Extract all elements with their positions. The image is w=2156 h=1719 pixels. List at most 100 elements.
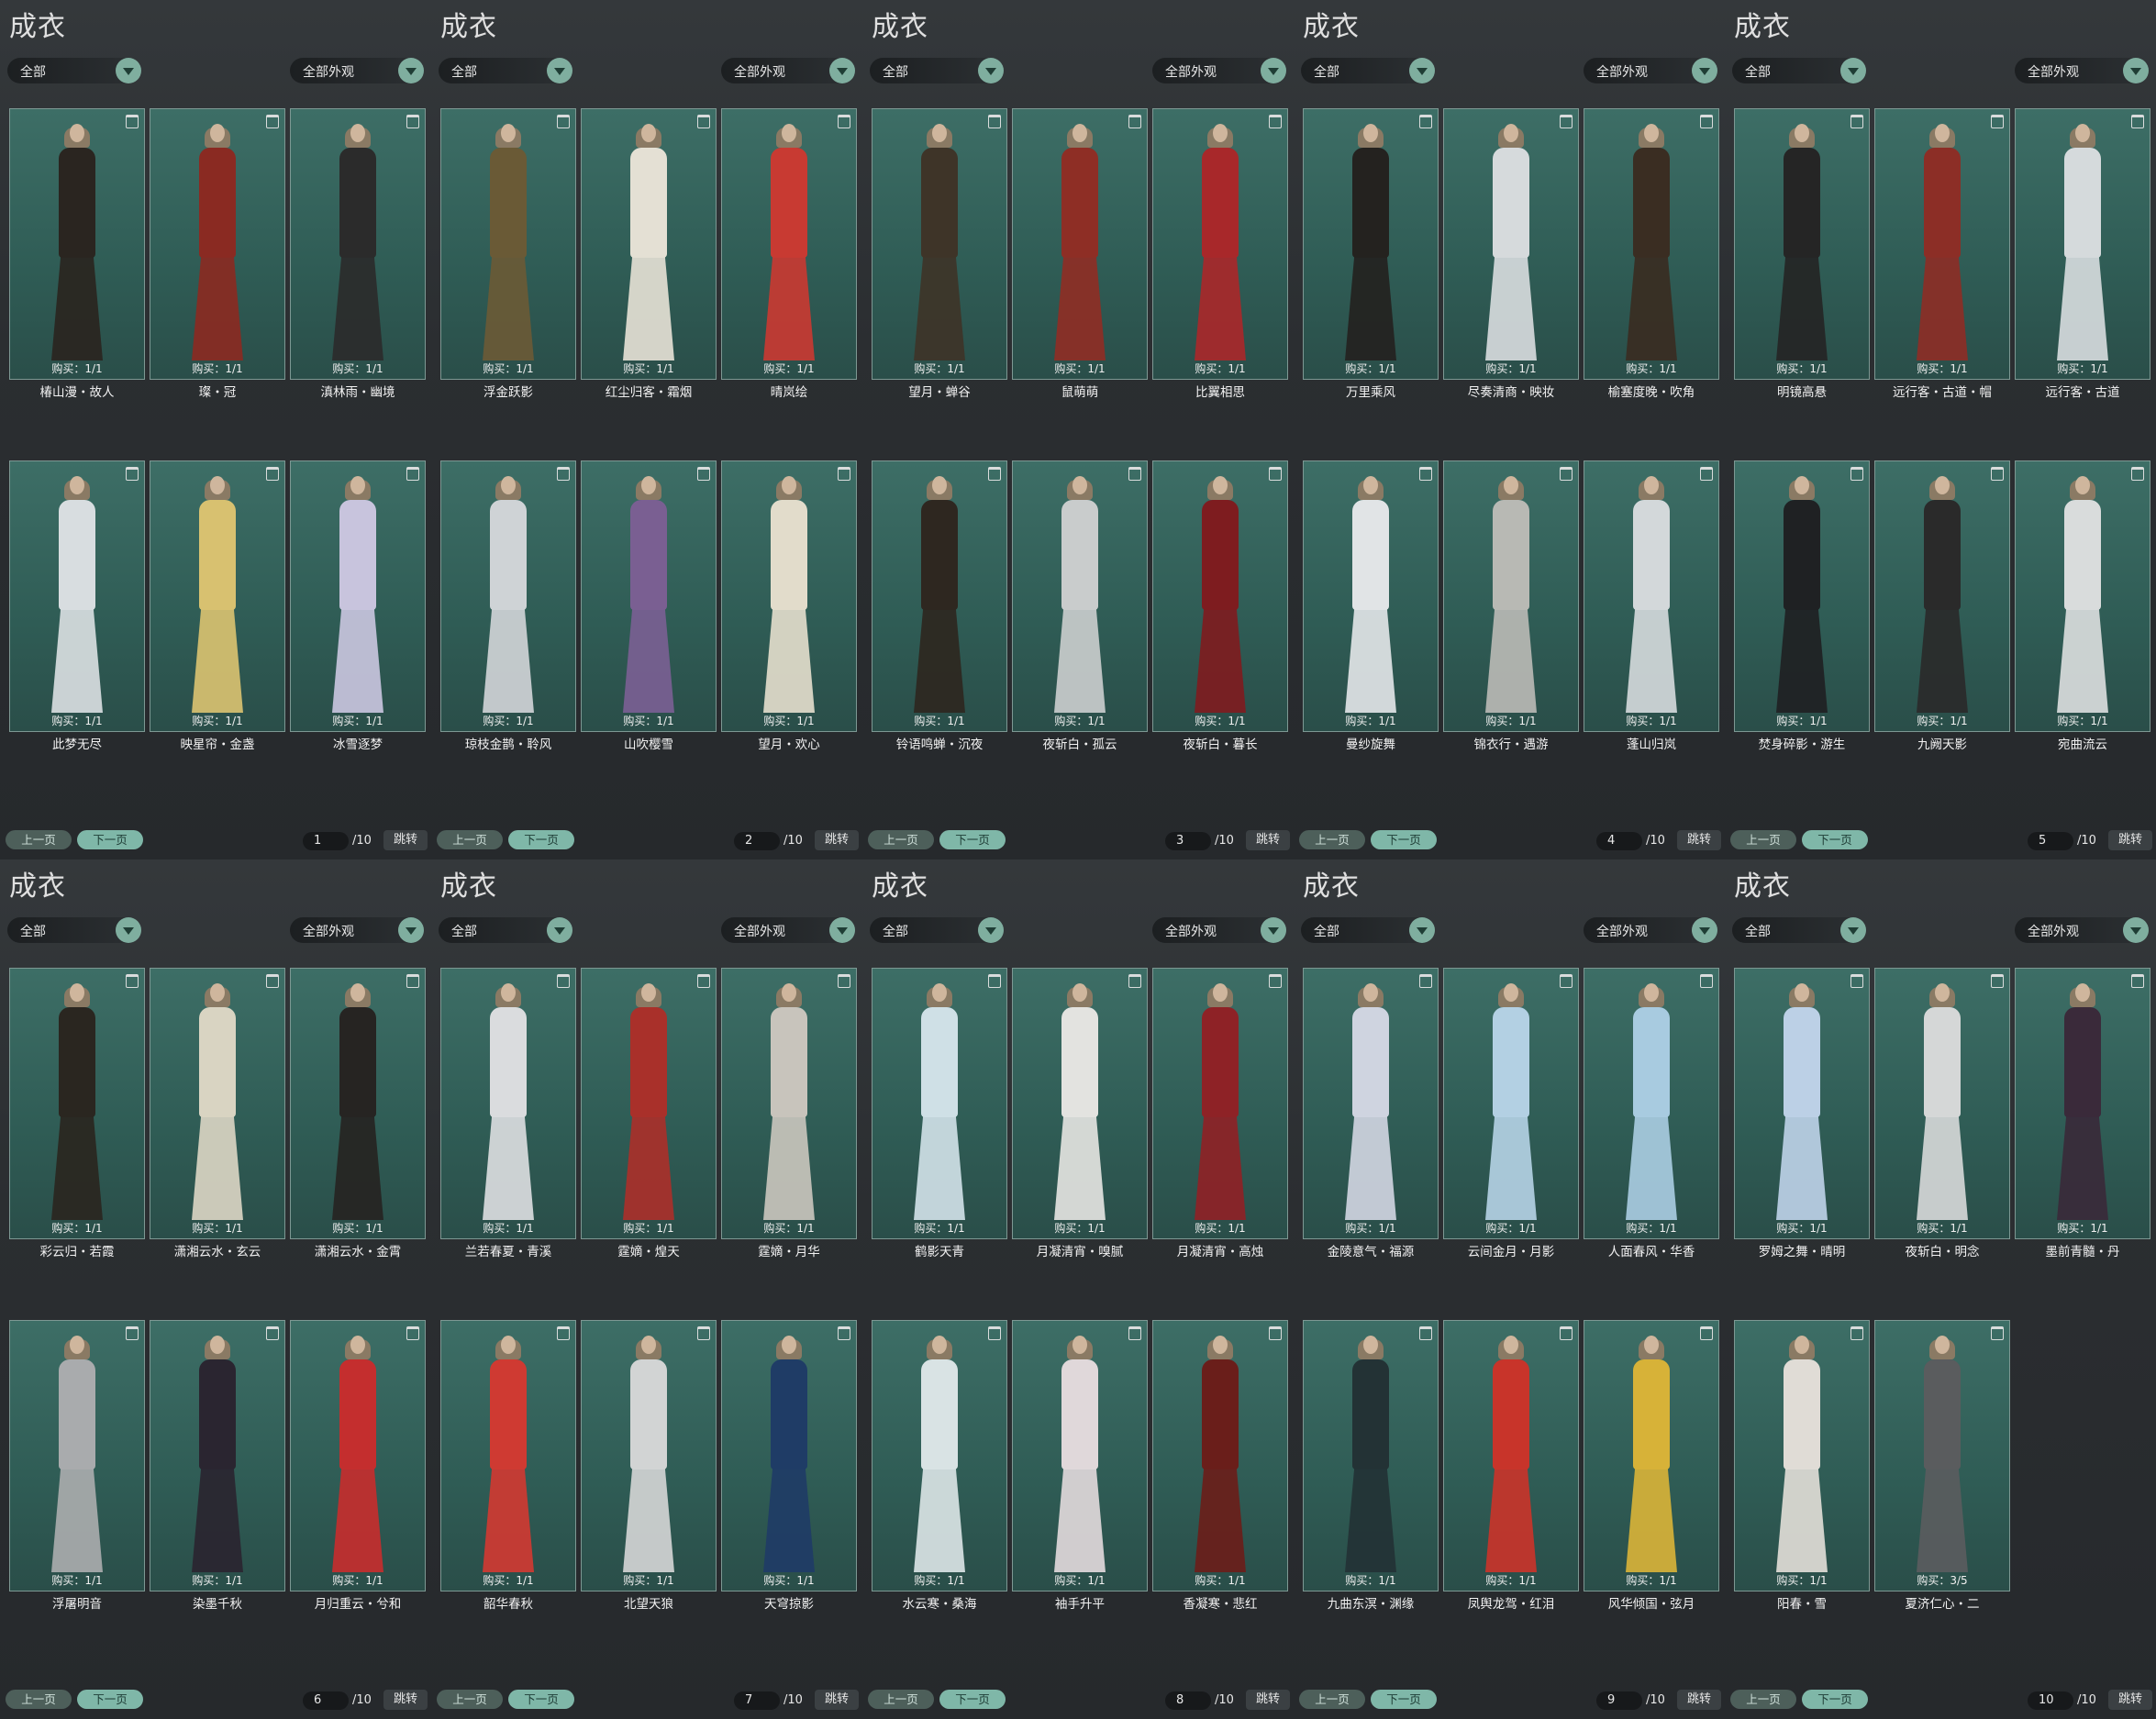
outfit-card[interactable]: 购买：1/1 <box>581 968 717 1239</box>
category-dropdown[interactable]: 全部 <box>439 58 572 83</box>
outfit-card[interactable]: 购买：1/1 <box>1584 460 1719 732</box>
trash-icon[interactable] <box>2131 467 2144 481</box>
trash-icon[interactable] <box>1700 1326 1713 1340</box>
trash-icon[interactable] <box>1991 467 2004 481</box>
outfit-card[interactable]: 购买：1/1 <box>721 1320 857 1591</box>
outfit-card[interactable]: 购买：1/1 <box>1734 108 1870 380</box>
page-input[interactable]: 1 <box>303 832 349 850</box>
trash-icon[interactable] <box>1419 974 1432 988</box>
outfit-card[interactable]: 购买：1/1 <box>1734 460 1870 732</box>
outfit-card[interactable]: 购买：1/1 <box>721 460 857 732</box>
category-dropdown[interactable]: 全部 <box>870 58 1004 83</box>
outfit-card[interactable]: 购买：1/1 <box>872 968 1007 1239</box>
next-page-button[interactable]: 下一页 <box>939 830 1006 849</box>
outfit-card[interactable]: 购买：1/1 <box>290 460 426 732</box>
outfit-card[interactable]: 购买：1/1 <box>9 1320 145 1591</box>
page-input[interactable]: 2 <box>734 832 780 850</box>
outfit-card[interactable]: 购买：1/1 <box>1012 1320 1148 1591</box>
prev-page-button[interactable]: 上一页 <box>1730 830 1796 849</box>
outfit-card[interactable]: 购买：1/1 <box>290 1320 426 1591</box>
outfit-card[interactable]: 购买：1/1 <box>1303 108 1439 380</box>
look-dropdown[interactable]: 全部外观 <box>1584 917 1717 943</box>
outfit-card[interactable]: 购买：1/1 <box>1152 460 1288 732</box>
look-dropdown[interactable]: 全部外观 <box>721 58 855 83</box>
prev-page-button[interactable]: 上一页 <box>868 1690 934 1709</box>
outfit-card[interactable]: 购买：1/1 <box>1874 460 2010 732</box>
prev-page-button[interactable]: 上一页 <box>437 1690 503 1709</box>
look-dropdown[interactable]: 全部外观 <box>721 917 855 943</box>
prev-page-button[interactable]: 上一页 <box>6 830 72 849</box>
trash-icon[interactable] <box>1850 1326 1863 1340</box>
trash-icon[interactable] <box>1419 467 1432 481</box>
category-dropdown[interactable]: 全部 <box>1301 58 1435 83</box>
outfit-card[interactable]: 购买：1/1 <box>9 968 145 1239</box>
page-input[interactable]: 5 <box>2028 832 2073 850</box>
outfit-card[interactable]: 购买：1/1 <box>721 968 857 1239</box>
next-page-button[interactable]: 下一页 <box>1802 1690 1868 1709</box>
trash-icon[interactable] <box>126 1326 139 1340</box>
trash-icon[interactable] <box>266 974 279 988</box>
trash-icon[interactable] <box>2131 115 2144 128</box>
trash-icon[interactable] <box>1991 1326 2004 1340</box>
category-dropdown[interactable]: 全部 <box>7 917 141 943</box>
prev-page-button[interactable]: 上一页 <box>437 830 503 849</box>
trash-icon[interactable] <box>1419 115 1432 128</box>
trash-icon[interactable] <box>1991 115 2004 128</box>
trash-icon[interactable] <box>126 115 139 128</box>
outfit-card[interactable]: 购买：1/1 <box>1584 108 1719 380</box>
page-input[interactable]: 9 <box>1596 1691 1642 1710</box>
outfit-card[interactable]: 购买：1/1 <box>1443 968 1579 1239</box>
trash-icon[interactable] <box>1850 467 1863 481</box>
trash-icon[interactable] <box>266 1326 279 1340</box>
prev-page-button[interactable]: 上一页 <box>868 830 934 849</box>
jump-button[interactable]: 跳转 <box>2108 1690 2152 1710</box>
look-dropdown[interactable]: 全部外观 <box>1152 917 1286 943</box>
trash-icon[interactable] <box>266 115 279 128</box>
category-dropdown[interactable]: 全部 <box>1301 917 1435 943</box>
jump-button[interactable]: 跳转 <box>383 1690 428 1710</box>
category-dropdown[interactable]: 全部 <box>1732 917 1866 943</box>
prev-page-button[interactable]: 上一页 <box>6 1690 72 1709</box>
outfit-card[interactable]: 购买：1/1 <box>2015 460 2150 732</box>
trash-icon[interactable] <box>1269 974 1282 988</box>
look-dropdown[interactable]: 全部外观 <box>2015 917 2149 943</box>
trash-icon[interactable] <box>838 1326 850 1340</box>
outfit-card[interactable]: 购买：1/1 <box>1303 968 1439 1239</box>
outfit-card[interactable]: 购买：1/1 <box>1734 968 1870 1239</box>
outfit-card[interactable]: 购买：1/1 <box>581 1320 717 1591</box>
prev-page-button[interactable]: 上一页 <box>1299 830 1365 849</box>
outfit-card[interactable]: 购买：1/1 <box>872 1320 1007 1591</box>
outfit-card[interactable]: 购买：1/1 <box>1303 460 1439 732</box>
next-page-button[interactable]: 下一页 <box>77 830 143 849</box>
page-input[interactable]: 7 <box>734 1691 780 1710</box>
trash-icon[interactable] <box>2131 974 2144 988</box>
next-page-button[interactable]: 下一页 <box>1371 1690 1437 1709</box>
outfit-card[interactable]: 购买：1/1 <box>1012 108 1148 380</box>
trash-icon[interactable] <box>406 467 419 481</box>
jump-button[interactable]: 跳转 <box>1677 830 1721 850</box>
outfit-card[interactable]: 购买：1/1 <box>1584 968 1719 1239</box>
page-input[interactable]: 10 <box>2028 1691 2073 1710</box>
jump-button[interactable]: 跳转 <box>383 830 428 850</box>
outfit-card[interactable]: 购买：1/1 <box>1152 968 1288 1239</box>
trash-icon[interactable] <box>1560 974 1573 988</box>
outfit-card[interactable]: 购买：1/1 <box>1734 1320 1870 1591</box>
trash-icon[interactable] <box>697 115 710 128</box>
trash-icon[interactable] <box>557 115 570 128</box>
trash-icon[interactable] <box>988 1326 1001 1340</box>
trash-icon[interactable] <box>1128 115 1141 128</box>
outfit-card[interactable]: 购买：1/1 <box>150 1320 285 1591</box>
outfit-card[interactable]: 购买：1/1 <box>1443 460 1579 732</box>
outfit-card[interactable]: 购买：1/1 <box>1303 1320 1439 1591</box>
page-input[interactable]: 4 <box>1596 832 1642 850</box>
next-page-button[interactable]: 下一页 <box>508 1690 574 1709</box>
category-dropdown[interactable]: 全部 <box>439 917 572 943</box>
outfit-card[interactable]: 购买：1/1 <box>721 108 857 380</box>
trash-icon[interactable] <box>1560 115 1573 128</box>
prev-page-button[interactable]: 上一页 <box>1730 1690 1796 1709</box>
trash-icon[interactable] <box>697 974 710 988</box>
next-page-button[interactable]: 下一页 <box>77 1690 143 1709</box>
trash-icon[interactable] <box>988 974 1001 988</box>
trash-icon[interactable] <box>1128 467 1141 481</box>
outfit-card[interactable]: 购买：1/1 <box>1012 968 1148 1239</box>
